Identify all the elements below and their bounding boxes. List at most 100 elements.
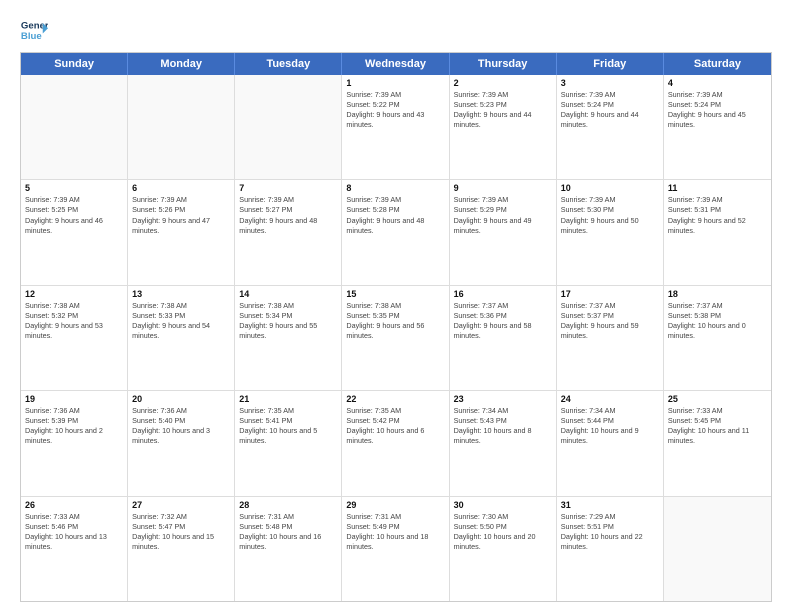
calendar-cell: 6 Sunrise: 7:39 AM Sunset: 5:26 PM Daylig… (128, 180, 235, 284)
calendar-cell: 23 Sunrise: 7:34 AM Sunset: 5:43 PM Dayli… (450, 391, 557, 495)
calendar-body: 1Sunrise: 7:39 AM Sunset: 5:22 PM Daylig… (21, 75, 771, 601)
calendar-row: 5 Sunrise: 7:39 AM Sunset: 5:25 PM Daylig… (21, 180, 771, 285)
cell-info: Sunrise: 7:39 AM Sunset: 5:22 PM Dayligh… (346, 90, 444, 130)
logo-icon: General Blue (20, 16, 48, 44)
day-number: 30 (454, 500, 552, 510)
cell-info: Sunrise: 7:38 AM Sunset: 5:35 PM Dayligh… (346, 301, 444, 341)
cell-info: Sunrise: 7:39 AM Sunset: 5:24 PM Dayligh… (561, 90, 659, 130)
calendar-cell: 15 Sunrise: 7:38 AM Sunset: 5:35 PM Dayli… (342, 286, 449, 390)
calendar-cell: 16 Sunrise: 7:37 AM Sunset: 5:36 PM Dayli… (450, 286, 557, 390)
cell-info: Sunrise: 7:39 AM Sunset: 5:29 PM Dayligh… (454, 195, 552, 235)
calendar-cell: 5 Sunrise: 7:39 AM Sunset: 5:25 PM Daylig… (21, 180, 128, 284)
calendar-cell: 3 Sunrise: 7:39 AM Sunset: 5:24 PM Daylig… (557, 75, 664, 179)
day-number: 21 (239, 394, 337, 404)
day-number: 25 (668, 394, 767, 404)
cell-info: Sunrise: 7:34 AM Sunset: 5:43 PM Dayligh… (454, 406, 552, 446)
day-number: 28 (239, 500, 337, 510)
calendar-header-cell: Monday (128, 53, 235, 75)
cell-info: Sunrise: 7:35 AM Sunset: 5:42 PM Dayligh… (346, 406, 444, 446)
cell-info: Sunrise: 7:36 AM Sunset: 5:39 PM Dayligh… (25, 406, 123, 446)
calendar: SundayMondayTuesdayWednesdayThursdayFrid… (20, 52, 772, 602)
calendar-cell: 7 Sunrise: 7:39 AM Sunset: 5:27 PM Daylig… (235, 180, 342, 284)
cell-info: Sunrise: 7:29 AM Sunset: 5:51 PM Dayligh… (561, 512, 659, 552)
day-number: 3 (561, 78, 659, 88)
calendar-cell: 22 Sunrise: 7:35 AM Sunset: 5:42 PM Dayli… (342, 391, 449, 495)
cell-info: Sunrise: 7:39 AM Sunset: 5:23 PM Dayligh… (454, 90, 552, 130)
day-number: 6 (132, 183, 230, 193)
cell-info: Sunrise: 7:37 AM Sunset: 5:38 PM Dayligh… (668, 301, 767, 341)
day-number: 11 (668, 183, 767, 193)
day-number: 19 (25, 394, 123, 404)
day-number: 4 (668, 78, 767, 88)
calendar-cell: 27Sunrise: 7:32 AM Sunset: 5:47 PM Dayli… (128, 497, 235, 601)
cell-info: Sunrise: 7:39 AM Sunset: 5:31 PM Dayligh… (668, 195, 767, 235)
day-number: 23 (454, 394, 552, 404)
day-number: 22 (346, 394, 444, 404)
cell-info: Sunrise: 7:30 AM Sunset: 5:50 PM Dayligh… (454, 512, 552, 552)
calendar-cell: 19 Sunrise: 7:36 AM Sunset: 5:39 PM Dayli… (21, 391, 128, 495)
day-number: 29 (346, 500, 444, 510)
calendar-row: 1Sunrise: 7:39 AM Sunset: 5:22 PM Daylig… (21, 75, 771, 180)
svg-text:Blue: Blue (21, 31, 42, 42)
day-number: 10 (561, 183, 659, 193)
calendar-header-cell: Tuesday (235, 53, 342, 75)
cell-info: Sunrise: 7:35 AM Sunset: 5:41 PM Dayligh… (239, 406, 337, 446)
cell-info: Sunrise: 7:39 AM Sunset: 5:24 PM Dayligh… (668, 90, 767, 130)
calendar-cell (128, 75, 235, 179)
calendar-cell: 26 Sunrise: 7:33 AM Sunset: 5:46 PM Dayli… (21, 497, 128, 601)
day-number: 27 (132, 500, 230, 510)
cell-info: Sunrise: 7:37 AM Sunset: 5:37 PM Dayligh… (561, 301, 659, 341)
cell-info: Sunrise: 7:39 AM Sunset: 5:26 PM Dayligh… (132, 195, 230, 235)
cell-info: Sunrise: 7:36 AM Sunset: 5:40 PM Dayligh… (132, 406, 230, 446)
calendar-header-cell: Saturday (664, 53, 771, 75)
calendar-cell: 2 Sunrise: 7:39 AM Sunset: 5:23 PM Daylig… (450, 75, 557, 179)
day-number: 2 (454, 78, 552, 88)
calendar-cell: 10 Sunrise: 7:39 AM Sunset: 5:30 PM Dayli… (557, 180, 664, 284)
calendar-cell: 9Sunrise: 7:39 AM Sunset: 5:29 PM Daylig… (450, 180, 557, 284)
calendar-header-cell: Sunday (21, 53, 128, 75)
calendar-row: 19 Sunrise: 7:36 AM Sunset: 5:39 PM Dayli… (21, 391, 771, 496)
cell-info: Sunrise: 7:38 AM Sunset: 5:32 PM Dayligh… (25, 301, 123, 341)
calendar-cell (664, 497, 771, 601)
calendar-cell: 18 Sunrise: 7:37 AM Sunset: 5:38 PM Dayli… (664, 286, 771, 390)
day-number: 24 (561, 394, 659, 404)
day-number: 17 (561, 289, 659, 299)
day-number: 14 (239, 289, 337, 299)
calendar-cell: 12Sunrise: 7:38 AM Sunset: 5:32 PM Dayli… (21, 286, 128, 390)
day-number: 13 (132, 289, 230, 299)
header: General Blue (20, 16, 772, 44)
calendar-cell: 20 Sunrise: 7:36 AM Sunset: 5:40 PM Dayli… (128, 391, 235, 495)
cell-info: Sunrise: 7:31 AM Sunset: 5:48 PM Dayligh… (239, 512, 337, 552)
day-number: 16 (454, 289, 552, 299)
cell-info: Sunrise: 7:38 AM Sunset: 5:33 PM Dayligh… (132, 301, 230, 341)
calendar-cell: 21 Sunrise: 7:35 AM Sunset: 5:41 PM Dayli… (235, 391, 342, 495)
day-number: 18 (668, 289, 767, 299)
day-number: 5 (25, 183, 123, 193)
cell-info: Sunrise: 7:39 AM Sunset: 5:30 PM Dayligh… (561, 195, 659, 235)
calendar-cell: 24 Sunrise: 7:34 AM Sunset: 5:44 PM Dayli… (557, 391, 664, 495)
cell-info: Sunrise: 7:31 AM Sunset: 5:49 PM Dayligh… (346, 512, 444, 552)
calendar-cell (21, 75, 128, 179)
day-number: 7 (239, 183, 337, 193)
calendar-cell: 4 Sunrise: 7:39 AM Sunset: 5:24 PM Daylig… (664, 75, 771, 179)
day-number: 26 (25, 500, 123, 510)
day-number: 20 (132, 394, 230, 404)
calendar-row: 12Sunrise: 7:38 AM Sunset: 5:32 PM Dayli… (21, 286, 771, 391)
day-number: 15 (346, 289, 444, 299)
cell-info: Sunrise: 7:33 AM Sunset: 5:46 PM Dayligh… (25, 512, 123, 552)
cell-info: Sunrise: 7:34 AM Sunset: 5:44 PM Dayligh… (561, 406, 659, 446)
calendar-cell: 13 Sunrise: 7:38 AM Sunset: 5:33 PM Dayli… (128, 286, 235, 390)
calendar-cell: 11 Sunrise: 7:39 AM Sunset: 5:31 PM Dayli… (664, 180, 771, 284)
cell-info: Sunrise: 7:39 AM Sunset: 5:25 PM Dayligh… (25, 195, 123, 235)
calendar-cell: 28 Sunrise: 7:31 AM Sunset: 5:48 PM Dayli… (235, 497, 342, 601)
calendar-cell: 29 Sunrise: 7:31 AM Sunset: 5:49 PM Dayli… (342, 497, 449, 601)
calendar-row: 26 Sunrise: 7:33 AM Sunset: 5:46 PM Dayli… (21, 497, 771, 601)
day-number: 8 (346, 183, 444, 193)
calendar-header-cell: Wednesday (342, 53, 449, 75)
calendar-header-row: SundayMondayTuesdayWednesdayThursdayFrid… (21, 53, 771, 75)
page: General Blue SundayMondayTuesdayWednesda… (0, 0, 792, 612)
calendar-cell: 1Sunrise: 7:39 AM Sunset: 5:22 PM Daylig… (342, 75, 449, 179)
cell-info: Sunrise: 7:39 AM Sunset: 5:27 PM Dayligh… (239, 195, 337, 235)
cell-info: Sunrise: 7:37 AM Sunset: 5:36 PM Dayligh… (454, 301, 552, 341)
calendar-header-cell: Thursday (450, 53, 557, 75)
